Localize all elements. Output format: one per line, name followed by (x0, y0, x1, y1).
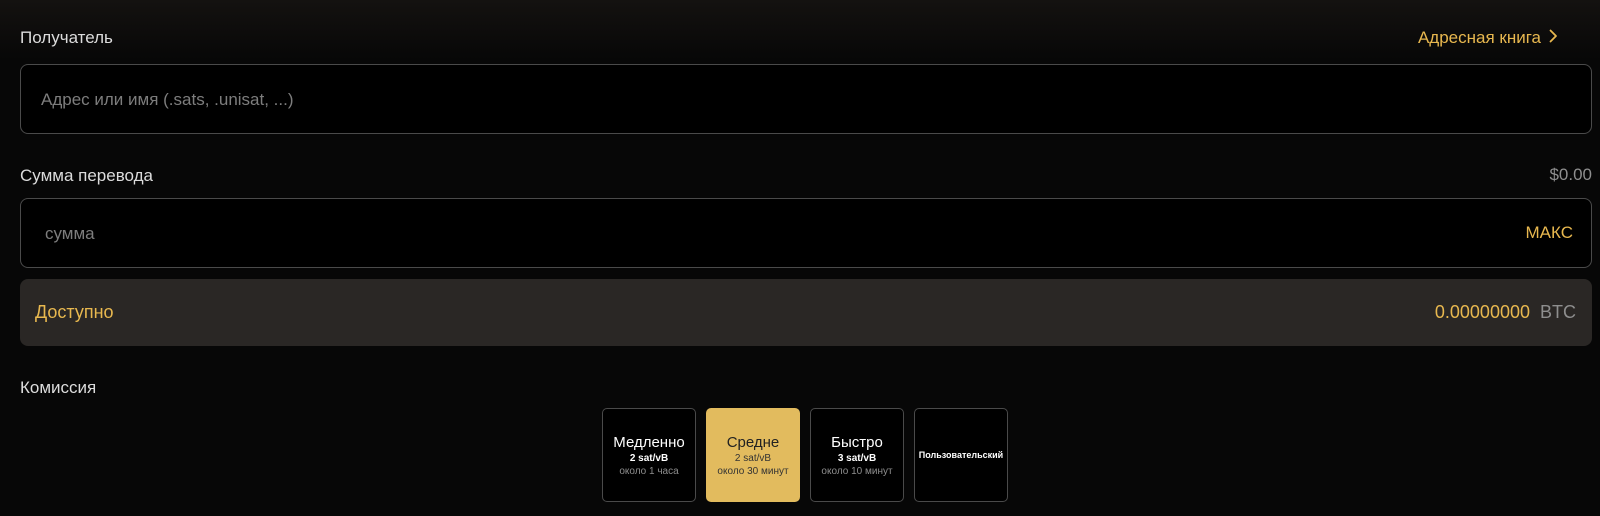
send-form: Получатель Адресная книга Сумма перевода… (0, 0, 1600, 516)
available-unit: BTC (1540, 302, 1576, 322)
fee-options: Медленно 2 sat/vB около 1 часа Средне 2 … (602, 408, 1008, 502)
fee-option-medium[interactable]: Средне 2 sat/vB около 30 минут (706, 408, 800, 502)
fee-option-time: около 1 часа (619, 465, 679, 477)
available-label: Доступно (35, 302, 114, 322)
fee-option-slow[interactable]: Медленно 2 sat/vB около 1 часа (602, 408, 696, 502)
recipient-input[interactable] (39, 65, 1443, 135)
fee-option-rate: 2 sat/vB (734, 452, 772, 464)
amount-label: Сумма перевода (20, 166, 154, 185)
fee-option-time: около 10 минут (821, 465, 893, 477)
address-book-link[interactable]: Адресная книга (1418, 28, 1558, 48)
usd-value: $0.00 (1549, 165, 1592, 184)
amount-input-box[interactable]: МАКС (20, 198, 1592, 269)
fee-option-title: Быстро (831, 433, 883, 451)
fee-label: Комиссия (20, 378, 97, 397)
available-amount: 0.00000000 (1434, 302, 1530, 322)
fee-option-title: Средне (726, 433, 780, 451)
recipient-label: Получатель (20, 28, 113, 47)
fee-option-title: Медленно (613, 433, 685, 451)
chevron-right-icon (1549, 28, 1558, 48)
fee-option-fast[interactable]: Быстро 3 sat/vB около 10 минут (810, 408, 904, 502)
fee-option-title: Пользовательский (918, 450, 1004, 460)
available-balance: Доступно 0.00000000 BTC (20, 279, 1592, 346)
recipient-input-box[interactable] (20, 64, 1592, 135)
fee-option-custom[interactable]: Пользовательский (914, 408, 1008, 502)
address-book-label: Адресная книга (1417, 28, 1541, 47)
fee-option-time: около 30 минут (717, 465, 789, 477)
fee-option-rate: 3 sat/vB (837, 452, 877, 464)
max-button[interactable]: МАКС (1526, 199, 1574, 267)
fee-option-rate: 2 sat/vB (629, 452, 669, 464)
amount-input[interactable] (43, 199, 1347, 269)
